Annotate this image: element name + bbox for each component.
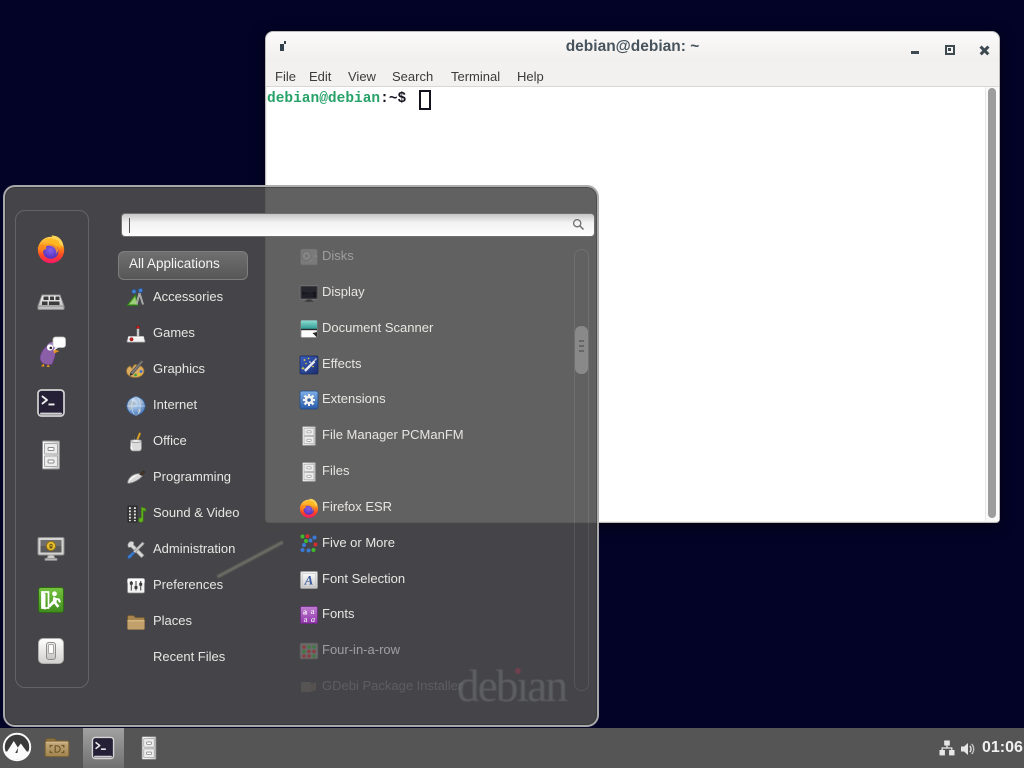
svg-text:A: A (304, 573, 314, 588)
svg-text:a: a (311, 614, 315, 624)
svg-text:a: a (304, 614, 308, 624)
